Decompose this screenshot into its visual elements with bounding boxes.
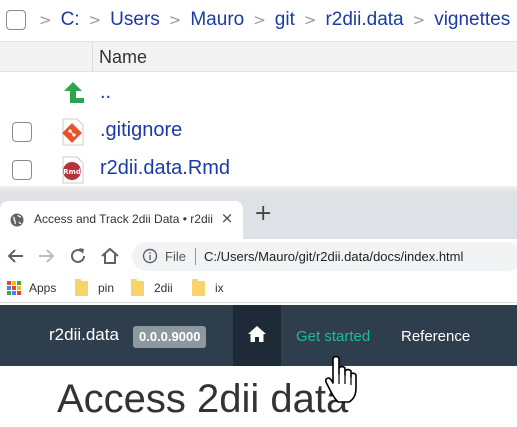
chevron-right-icon: > [412, 11, 426, 29]
folder-icon [131, 278, 144, 296]
column-header: Name [0, 41, 517, 72]
file-row-parent[interactable]: .. [0, 76, 517, 113]
bookmarks-bar: Apps pin 2dii ix [0, 273, 517, 303]
nav-link-reference[interactable]: Reference [401, 328, 470, 345]
file-explorer: > C: > Users > Mauro > git > r2dii.data … [0, 0, 517, 195]
info-icon[interactable] [142, 248, 158, 264]
hand-cursor-icon [325, 355, 357, 403]
file-name[interactable]: r2dii.data.Rmd [100, 157, 230, 180]
chevron-right-icon: > [303, 11, 317, 29]
close-icon[interactable]: × [218, 209, 236, 227]
home-icon [248, 326, 266, 342]
git-file-icon [62, 118, 84, 146]
file-name[interactable]: .gitignore [100, 119, 182, 142]
home-icon[interactable] [98, 244, 122, 268]
row-checkbox[interactable] [12, 122, 32, 142]
back-icon[interactable] [4, 244, 28, 268]
row-checkbox[interactable] [12, 160, 32, 180]
bookmark-label: 2dii [154, 281, 173, 295]
folder-icon [75, 278, 88, 296]
chevron-right-icon: > [253, 11, 266, 29]
browser-toolbar: File C:/Users/Mauro/git/r2dii.data/docs/… [0, 239, 517, 273]
browser-tab[interactable]: Access and Track 2dii Data • r2dii.data … [0, 201, 243, 239]
bookmark-2dii[interactable]: 2dii [131, 278, 173, 297]
bookmark-ix[interactable]: ix [192, 278, 224, 297]
breadcrumb-item-repo[interactable]: r2dii.data [325, 9, 403, 31]
select-all-checkbox[interactable] [6, 10, 26, 30]
reload-icon[interactable] [66, 244, 90, 268]
chevron-right-icon: > [88, 11, 102, 29]
screenshot: > C: > Users > Mauro > git > r2dii.data … [0, 0, 517, 427]
chevron-right-icon: > [168, 11, 182, 29]
new-tab-button[interactable]: + [254, 203, 272, 225]
tab-title[interactable]: Access and Track 2dii Data • r2dii.data [34, 212, 214, 226]
address-bar[interactable]: File C:/Users/Mauro/git/r2dii.data/docs/… [132, 242, 517, 271]
page-title: Access 2dii data [57, 377, 349, 421]
bookmark-apps[interactable]: Apps [7, 279, 56, 297]
svg-text:Rmd: Rmd [63, 168, 81, 176]
file-name[interactable]: .. [100, 81, 111, 104]
url-text[interactable]: C:/Users/Mauro/git/r2dii.data/docs/index… [204, 249, 463, 264]
site-navbar: r2dii.data 0.0.0.9000 Get started Refere… [0, 305, 517, 366]
address-scheme-label: File [165, 249, 186, 264]
breadcrumb-item-users[interactable]: Users [110, 9, 160, 31]
column-header-name[interactable]: Name [99, 47, 147, 68]
nav-link-get-started[interactable]: Get started [296, 328, 370, 345]
parent-folder-icon [64, 82, 84, 103]
address-divider [195, 248, 196, 265]
page-content: Access 2dii data [0, 366, 517, 427]
version-badge: 0.0.0.9000 [133, 326, 207, 348]
site-brand[interactable]: r2dii.data [49, 325, 119, 345]
folder-icon [192, 278, 205, 296]
window-divider [0, 186, 517, 195]
breadcrumb-item-user[interactable]: Mauro [190, 9, 244, 31]
globe-icon [10, 213, 24, 227]
tab-strip: Access and Track 2dii Data • r2dii.data … [0, 195, 517, 239]
breadcrumb-item-drive[interactable]: C: [61, 9, 80, 31]
file-row-gitignore[interactable]: .gitignore [0, 114, 517, 151]
breadcrumb-item-git[interactable]: git [275, 9, 295, 31]
rmd-file-icon: Rmd [62, 156, 84, 184]
apps-grid-icon [7, 281, 21, 295]
column-divider[interactable] [92, 42, 93, 72]
breadcrumb: > C: > Users > Mauro > git > r2dii.data … [0, 0, 517, 40]
breadcrumb-item-vignettes[interactable]: vignettes [434, 9, 510, 31]
bookmark-label: ix [215, 281, 224, 295]
chevron-right-icon: > [39, 11, 52, 29]
bookmark-pin[interactable]: pin [75, 278, 115, 297]
forward-icon[interactable] [34, 244, 58, 268]
file-row-rmd[interactable]: Rmd r2dii.data.Rmd [0, 152, 517, 189]
bookmark-label: Apps [29, 281, 57, 295]
bookmark-label: pin [98, 281, 115, 295]
nav-home-button[interactable] [233, 305, 281, 366]
